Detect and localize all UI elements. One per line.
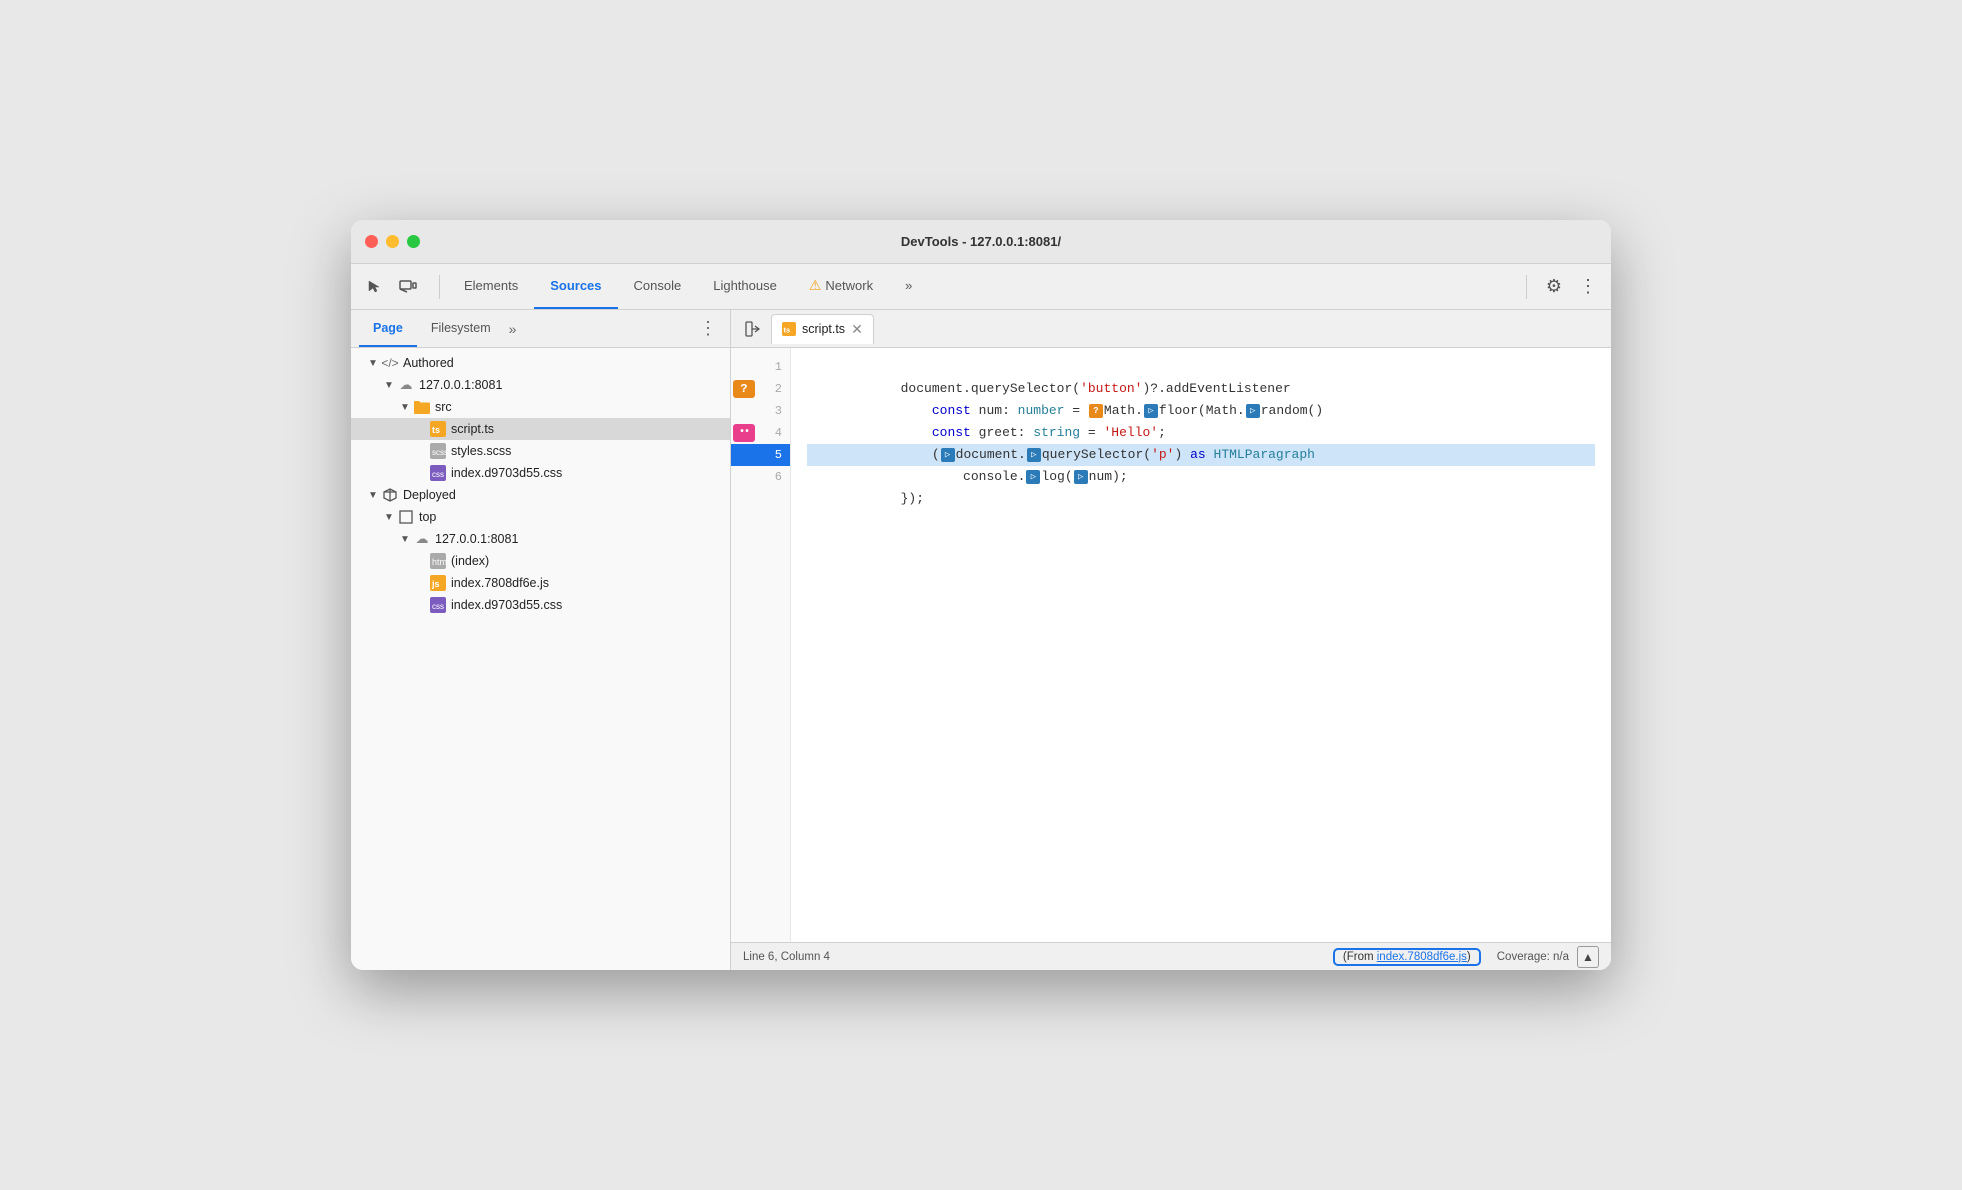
breakpoint-badge-4: •• bbox=[733, 424, 755, 442]
window-title: DevTools - 127.0.0.1:8081/ bbox=[901, 234, 1061, 249]
svg-text:ts: ts bbox=[432, 425, 440, 435]
breakpoint-badge-2: ? bbox=[733, 380, 755, 398]
tab-elements[interactable]: Elements bbox=[448, 264, 534, 309]
more-options-button[interactable]: ⋮ bbox=[1573, 272, 1603, 302]
chevron-down-icon: ▼ bbox=[383, 379, 395, 391]
svg-text:htm: htm bbox=[432, 557, 446, 567]
toolbar-icon-group bbox=[359, 272, 423, 302]
coverage-button[interactable]: ▲ bbox=[1577, 946, 1599, 968]
scss-file-icon: scss bbox=[430, 443, 446, 459]
file-tree-sidebar: Page Filesystem » ⋮ ▼ </> Authored bbox=[351, 310, 731, 970]
editor-file-tab[interactable]: ts script.ts ✕ bbox=[771, 314, 874, 344]
html-file-icon: htm bbox=[430, 553, 446, 569]
line-5: 5 bbox=[731, 444, 790, 466]
coverage-label: Coverage: n/a bbox=[1497, 951, 1569, 963]
source-map-link[interactable]: index.7808df6e.js bbox=[1377, 951, 1467, 963]
tab-network[interactable]: ⚠ Network bbox=[793, 264, 889, 309]
tree-script-ts[interactable]: ▶ ts script.ts bbox=[351, 418, 730, 440]
code-line-1: document.querySelector('button')?.addEve… bbox=[807, 356, 1595, 378]
line-2: ? 2 bbox=[731, 378, 790, 400]
line-3: 3 bbox=[731, 400, 790, 422]
svg-text:css: css bbox=[432, 470, 444, 479]
cursor-position: Line 6, Column 4 bbox=[743, 951, 830, 963]
editor-tab-bar: ts script.ts ✕ bbox=[731, 310, 1611, 348]
line-6: 6 bbox=[731, 466, 790, 488]
svg-text:css: css bbox=[432, 602, 444, 611]
tree-deployed[interactable]: ▼ Deployed bbox=[351, 484, 730, 506]
box-outline-icon bbox=[398, 509, 414, 525]
tree-styles-scss[interactable]: ▶ scss styles.scss bbox=[351, 440, 730, 462]
editor-back-button[interactable] bbox=[739, 315, 767, 343]
code-editor: ts script.ts ✕ 1 ? 2 3 bbox=[731, 310, 1611, 970]
tab-sources[interactable]: Sources bbox=[534, 264, 617, 309]
code-text[interactable]: document.querySelector('button')?.addEve… bbox=[791, 348, 1611, 942]
chevron-down-icon: ▼ bbox=[383, 511, 395, 523]
chevron-down-icon: ▼ bbox=[367, 357, 379, 369]
line-4: •• 4 bbox=[731, 422, 790, 444]
typescript-file-icon: ts bbox=[430, 421, 446, 437]
minimize-button[interactable] bbox=[386, 235, 399, 248]
tree-deployed-css[interactable]: ▶ css index.d9703d55.css bbox=[351, 594, 730, 616]
network-warning-icon: ⚠ bbox=[809, 277, 822, 294]
sidebar-menu-button[interactable]: ⋮ bbox=[694, 315, 722, 343]
main-tab-list: Elements Sources Console Lighthouse ⚠ Ne… bbox=[448, 264, 1518, 309]
inspect-icon[interactable] bbox=[359, 272, 389, 302]
tab-lighthouse[interactable]: Lighthouse bbox=[697, 264, 793, 309]
sidebar-tabs-more[interactable]: » bbox=[509, 321, 517, 337]
main-content: Page Filesystem » ⋮ ▼ </> Authored bbox=[351, 310, 1611, 970]
status-bar: Line 6, Column 4 (From index.7808df6e.js… bbox=[731, 942, 1611, 970]
chevron-down-icon: ▼ bbox=[367, 489, 379, 501]
cloud-icon: ☁ bbox=[398, 377, 414, 393]
file-tree: ▼ </> Authored ▼ ☁ 127.0.0.1:8081 ▼ src bbox=[351, 348, 730, 970]
settings-button[interactable]: ⚙ bbox=[1539, 272, 1569, 302]
css-file-icon-2: css bbox=[430, 597, 446, 613]
tab-console[interactable]: Console bbox=[618, 264, 698, 309]
svg-text:scss: scss bbox=[432, 448, 446, 457]
svg-text:js: js bbox=[431, 579, 440, 589]
folder-icon bbox=[414, 399, 430, 415]
line-numbers: 1 ? 2 3 •• 4 5 bbox=[731, 348, 791, 942]
tab-more[interactable]: » bbox=[889, 264, 928, 309]
chevron-down-icon: ▼ bbox=[399, 401, 411, 413]
sidebar-tab-list: Page Filesystem » ⋮ bbox=[351, 310, 730, 348]
css-file-icon: css bbox=[430, 465, 446, 481]
device-icon[interactable] bbox=[393, 272, 423, 302]
devtools-window: DevTools - 127.0.0.1:8081/ Elements bbox=[351, 220, 1611, 970]
close-button[interactable] bbox=[365, 235, 378, 248]
tree-deployed-host[interactable]: ▼ ☁ 127.0.0.1:8081 bbox=[351, 528, 730, 550]
tree-index-js[interactable]: ▶ js index.7808df6e.js bbox=[351, 572, 730, 594]
svg-text:ts: ts bbox=[784, 326, 791, 335]
source-map-label: (From index.7808df6e.js) bbox=[1333, 948, 1481, 966]
maximize-button[interactable] bbox=[407, 235, 420, 248]
js-file-icon: js bbox=[430, 575, 446, 591]
sidebar-tab-filesystem[interactable]: Filesystem bbox=[417, 310, 505, 347]
editor-tab-close[interactable]: ✕ bbox=[851, 321, 863, 338]
tree-src-folder[interactable]: ▼ src bbox=[351, 396, 730, 418]
box-icon bbox=[382, 487, 398, 503]
toolbar-right: ⚙ ⋮ bbox=[1518, 272, 1603, 302]
traffic-lights bbox=[365, 235, 420, 248]
tree-authored-host[interactable]: ▼ ☁ 127.0.0.1:8081 bbox=[351, 374, 730, 396]
chevron-down-icon: ▼ bbox=[399, 533, 411, 545]
line-1: 1 bbox=[731, 356, 790, 378]
title-bar: DevTools - 127.0.0.1:8081/ bbox=[351, 220, 1611, 264]
tree-deployed-top[interactable]: ▼ top bbox=[351, 506, 730, 528]
code-content-area: 1 ? 2 3 •• 4 5 bbox=[731, 348, 1611, 942]
code-icon: </> bbox=[382, 355, 398, 371]
tree-authored-css[interactable]: ▶ css index.d9703d55.css bbox=[351, 462, 730, 484]
main-toolbar: Elements Sources Console Lighthouse ⚠ Ne… bbox=[351, 264, 1611, 310]
tree-authored[interactable]: ▼ </> Authored bbox=[351, 352, 730, 374]
toolbar-divider-right bbox=[1526, 275, 1527, 299]
toolbar-divider bbox=[439, 275, 440, 299]
sidebar-tab-page[interactable]: Page bbox=[359, 310, 417, 347]
tree-index-html[interactable]: ▶ htm (index) bbox=[351, 550, 730, 572]
cloud-icon: ☁ bbox=[414, 531, 430, 547]
